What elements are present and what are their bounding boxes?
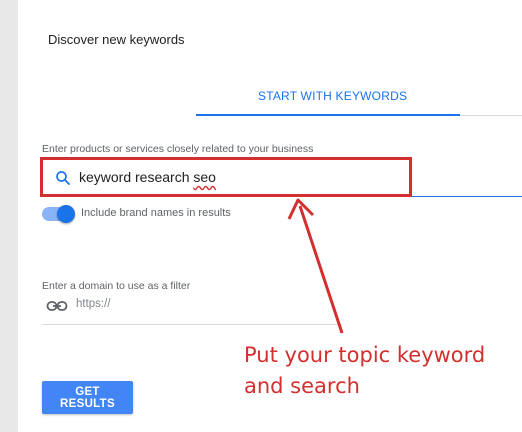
get-results-button[interactable]: GET RESULTS [42, 381, 133, 414]
domain-input[interactable]: https:// [76, 298, 111, 310]
brand-names-label: Include brand names in results [81, 207, 231, 219]
search-value: keyword research seo [79, 169, 216, 185]
page-title: Discover new keywords [48, 32, 185, 47]
tab-start-with-keywords[interactable]: START WITH KEYWORDS [196, 82, 460, 116]
search-value-misspelled: seo [193, 169, 216, 185]
tab-label: START WITH KEYWORDS [258, 89, 408, 103]
domain-underline [42, 324, 342, 325]
annotation-line-2: and search [244, 374, 360, 398]
search-icon [56, 171, 70, 185]
annotation-text: Put your topic keyword and search [244, 340, 504, 402]
search-field-label: Enter products or services closely relat… [42, 143, 314, 155]
brand-names-toggle[interactable] [42, 205, 75, 223]
search-underline [412, 196, 522, 197]
search-input[interactable]: keyword research seo [40, 157, 412, 197]
toggle-knob [57, 205, 75, 223]
search-value-text: keyword research [79, 169, 194, 185]
link-icon [46, 301, 68, 311]
annotation-line-1: Put your topic keyword [244, 343, 486, 367]
domain-filter-label: Enter a domain to use as a filter [42, 280, 191, 292]
tab-divider [460, 115, 522, 116]
